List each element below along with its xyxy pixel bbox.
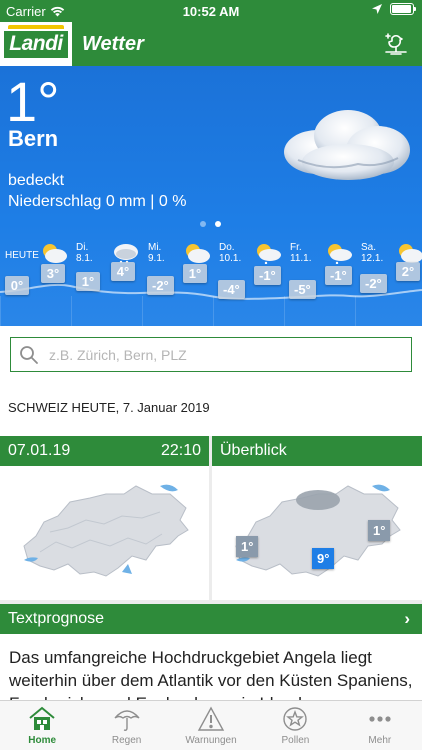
forecast-day-label: Di. 8.1. <box>76 242 93 264</box>
tab-label: Mehr <box>368 735 392 746</box>
partly-cloudy-icon <box>399 244 422 263</box>
forecast-day-label: Fr. 11.1. <box>290 242 312 264</box>
forecast-day-label: Do. 10.1. <box>219 242 242 264</box>
forecast-min-temp: -2° <box>360 274 387 293</box>
partly-cloudy-snow-icon <box>257 244 281 264</box>
forecast-max-temp: -1° <box>254 266 281 285</box>
search-input[interactable] <box>49 346 411 363</box>
text-forecast-header[interactable]: Textprognose › <box>0 604 422 634</box>
nav-bar: Landi Wetter <box>0 22 422 66</box>
forecast-strip[interactable]: HEUTE 3° 0° Di. 8.1. 4° 1° Mi. 9.1. 1° -2°… <box>0 236 422 326</box>
current-precipitation: Niederschlag 0 mm | 0 % <box>8 193 187 210</box>
forecast-min-temp: -2° <box>147 276 174 295</box>
forecast-max-temp: -1° <box>325 266 352 285</box>
search-box[interactable] <box>10 337 412 372</box>
partly-cloudy-snow-icon <box>328 244 352 264</box>
search-section <box>0 326 422 386</box>
forecast-max-temp: 4° <box>111 262 135 281</box>
logo-text: Landi <box>4 24 68 58</box>
radar-card-header: 07.01.19 22:10 <box>0 436 209 466</box>
page-dot[interactable] <box>200 221 206 227</box>
battery-icon <box>390 3 416 15</box>
forecast-min-temp: 0° <box>5 276 29 295</box>
overview-card-header: Überblick <box>212 436 422 466</box>
overview-temp-badge: 1° <box>236 536 259 557</box>
section-title: SCHWEIZ HEUTE, 7. Januar 2019 <box>0 386 422 436</box>
page-dot-active[interactable] <box>215 221 221 227</box>
status-time: 10:52 AM <box>182 4 240 19</box>
radar-card[interactable]: 07.01.19 22:10 <box>0 436 209 600</box>
search-icon <box>20 345 38 364</box>
status-bar: Carrier 10:52 AM <box>0 0 422 22</box>
overview-temp-badge: 1° <box>368 520 391 541</box>
radar-time: 22:10 <box>160 442 201 459</box>
rooster-weathervane-icon[interactable] <box>382 30 410 58</box>
forecast-min-temp: 1° <box>76 272 100 291</box>
forecast-min-temp: -4° <box>218 280 245 299</box>
umbrella-icon <box>114 710 140 731</box>
tab-label: Warnungen <box>185 735 237 746</box>
current-temperature: 1° <box>6 70 60 133</box>
forecast-max-temp: 3° <box>41 264 65 283</box>
location-arrow-icon <box>372 4 382 14</box>
landi-logo: Landi <box>0 22 72 66</box>
overcast-cloud-icon <box>284 110 410 180</box>
partly-cloudy-icon <box>186 244 210 263</box>
current-city: Bern <box>8 126 59 151</box>
partly-cloudy-icon <box>43 244 67 263</box>
forecast-day-label: HEUTE <box>5 250 39 261</box>
text-forecast-title: Textprognose <box>8 610 105 627</box>
text-forecast-body: Das umfangreiche Hochdruckgebiet Angela … <box>0 634 422 706</box>
warning-icon <box>197 706 225 731</box>
chevron-right-icon: › <box>404 609 410 628</box>
overview-temp-badge: 9° <box>312 548 335 569</box>
radar-date: 07.01.19 <box>8 442 71 459</box>
tab-label: Regen <box>111 735 142 746</box>
forecast-day-label: Mi. 9.1. <box>148 242 165 264</box>
forecast-day-label: Sa. 12.1. <box>361 242 384 264</box>
tab-warnungen[interactable]: Warnungen <box>169 701 253 750</box>
tab-regen[interactable]: Regen <box>84 701 168 750</box>
overview-title: Überblick <box>220 442 287 459</box>
overview-card[interactable]: Überblick 1° 9° 1° <box>212 436 422 600</box>
house-icon <box>29 706 55 730</box>
cloud-snow-icon <box>114 244 138 264</box>
current-condition: bedeckt <box>8 172 65 189</box>
tab-bar: Home Regen Warnungen Pollen Mehr <box>0 700 422 750</box>
current-weather-panel[interactable]: 1° Bern bedeckt Niederschlag 0 mm | 0 % … <box>0 66 422 326</box>
forecast-min-temp: -5° <box>289 280 316 299</box>
forecast-max-temp: 1° <box>183 264 207 283</box>
switzerland-map <box>23 484 189 577</box>
tab-mehr[interactable]: Mehr <box>338 701 422 750</box>
more-icon <box>369 716 391 722</box>
forecast-max-temp: 2° <box>396 262 420 281</box>
tab-label: Home <box>28 735 57 746</box>
tab-home[interactable]: Home <box>0 701 84 750</box>
tab-label: Pollen <box>281 735 310 746</box>
page-indicator[interactable] <box>200 221 221 227</box>
pollen-icon <box>283 707 308 731</box>
tab-pollen[interactable]: Pollen <box>253 701 337 750</box>
app-title: Wetter <box>82 33 144 55</box>
